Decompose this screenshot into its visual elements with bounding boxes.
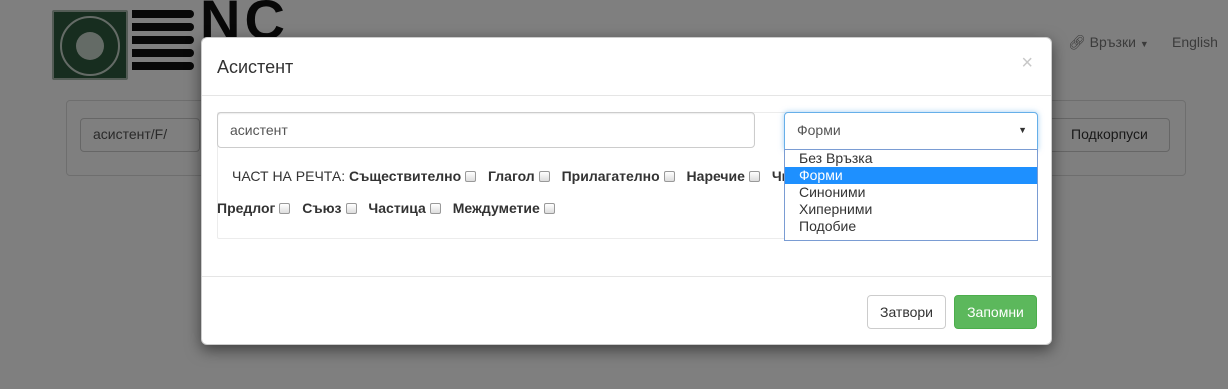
triangle-down-icon: ▼ [1018, 125, 1027, 135]
pos-noun-checkbox[interactable] [465, 171, 477, 182]
part-of-speech-label: ЧАСТ НА РЕЧТА: [232, 168, 346, 184]
pos-interjection-checkbox[interactable] [543, 203, 555, 214]
pos-adjective[interactable]: Прилагателно [562, 168, 675, 184]
pos-adverb-checkbox[interactable] [748, 171, 760, 182]
pos-preposition-checkbox[interactable] [279, 203, 291, 214]
relation-option-forms[interactable]: Форми [785, 167, 1037, 184]
relation-select[interactable]: Форми ▼ [784, 112, 1038, 150]
pos-adverb[interactable]: Наречие [687, 168, 760, 184]
pos-conjunction-checkbox[interactable] [345, 203, 357, 214]
close-icon[interactable]: × [1021, 52, 1033, 75]
save-button[interactable]: Запомни [954, 295, 1037, 329]
modal-footer-divider [202, 276, 1051, 277]
close-button[interactable]: Затвори [867, 295, 946, 329]
modal-header: Асистент × [202, 38, 1051, 96]
pos-interjection[interactable]: Междуметие [453, 200, 555, 216]
relation-select-value: Форми [797, 122, 841, 138]
assistant-search-input[interactable] [217, 112, 755, 148]
pos-particle-checkbox[interactable] [429, 203, 441, 214]
pos-preposition[interactable]: Предлог [217, 200, 291, 216]
pos-adjective-checkbox[interactable] [663, 171, 675, 182]
relation-option-none[interactable]: Без Връзка [785, 150, 1037, 167]
relation-dropdown-list: Без Връзка Форми Синоними Хиперними Подо… [784, 149, 1038, 241]
part-of-speech-row: ЧАСТ НА РЕЧТА: Съществително Глагол Прил… [232, 166, 792, 186]
relation-option-hypernyms[interactable]: Хиперними [785, 201, 1037, 218]
relation-option-synonyms[interactable]: Синоними [785, 184, 1037, 201]
pos-conjunction[interactable]: Съюз [302, 200, 357, 216]
modal-title: Асистент [217, 57, 294, 77]
pos-particle[interactable]: Частица [368, 200, 441, 216]
pos-verb[interactable]: Глагол [488, 168, 550, 184]
pos-noun[interactable]: Съществително [349, 168, 477, 184]
pos-verb-checkbox[interactable] [538, 171, 550, 182]
assistant-modal: Асистент × ЧАСТ НА РЕЧТА: Съществително … [201, 37, 1052, 345]
part-of-speech-row-2: Предлог Съюз Частица Междуметие [217, 198, 563, 218]
relation-option-similarity[interactable]: Подобие [785, 218, 1037, 235]
